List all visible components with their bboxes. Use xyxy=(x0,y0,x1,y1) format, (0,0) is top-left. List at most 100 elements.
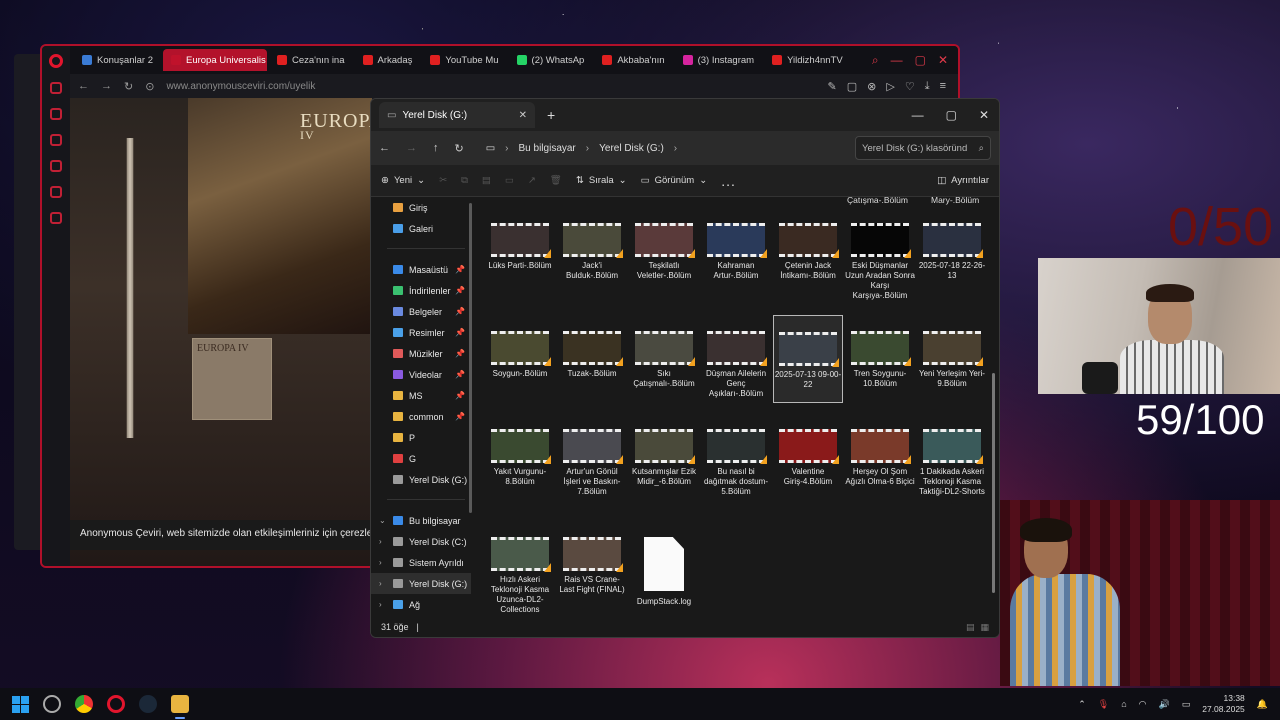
details-button[interactable]: ◫ Ayrıntılar xyxy=(937,175,989,186)
menu-icon[interactable]: ≡ xyxy=(940,80,946,93)
sidebar-settings-icon[interactable] xyxy=(50,212,62,224)
delete-icon[interactable]: 🗑 xyxy=(550,175,562,186)
nav-item[interactable]: › Yerel Disk (G:) xyxy=(371,573,471,594)
start-button[interactable] xyxy=(12,695,29,713)
file-item-video[interactable]: Herşey Ol Şom Ağızlı Olma-6 Biçici xyxy=(845,429,915,487)
maximize-icon[interactable]: ▢ xyxy=(915,53,926,68)
file-item-video[interactable]: Eski Düşmanlar Uzun Aradan Sonra Karşı K… xyxy=(845,223,915,301)
chevron-up-icon[interactable]: ⌃ xyxy=(1078,699,1086,710)
file-item-video[interactable]: Düşman Ailelerin Genç Aşıkları-.Bölüm xyxy=(701,331,771,399)
nav-item[interactable]: G xyxy=(371,448,471,469)
crumb-drive-g[interactable]: Yerel Disk (G:) xyxy=(599,143,664,154)
sidebar-twitch-icon[interactable] xyxy=(50,160,62,172)
nav-item[interactable]: ⌄ Bu bilgisayar xyxy=(371,510,471,531)
cut-icon[interactable]: ✂ xyxy=(439,175,447,186)
more-options-button[interactable]: ... xyxy=(721,173,736,189)
file-item-video[interactable]: Çetenin Jack İntikamı-.Bölüm xyxy=(773,223,843,281)
view-button[interactable]: ▭ Görünüm ⌄ xyxy=(641,175,708,186)
nav-item[interactable]: › Sistem Ayrıldı xyxy=(371,552,471,573)
sidebar-messenger-icon[interactable] xyxy=(50,134,62,146)
browser-tab[interactable]: Akbaba'nın xyxy=(594,49,672,71)
nav-item[interactable]: Masaüstü 📌 xyxy=(371,259,471,280)
file-item-video[interactable]: Teşkilatlı Veletler-.Bölüm xyxy=(629,223,699,281)
file-item-video[interactable]: Artur'un Gönül İşleri ve Baskın-7.Bölüm xyxy=(557,429,627,497)
heart-icon[interactable]: ♡ xyxy=(905,80,915,93)
sidebar-bag-icon[interactable] xyxy=(50,108,62,120)
chrome-icon[interactable] xyxy=(75,695,93,713)
up-icon[interactable]: ↑ xyxy=(433,142,439,154)
snapshot-icon[interactable]: ▢ xyxy=(847,80,857,93)
tiles-view-icon[interactable]: ▦ xyxy=(980,622,989,633)
refresh-icon[interactable]: ↻ xyxy=(455,142,464,155)
expand-chevron-icon[interactable]: › xyxy=(379,537,382,546)
browser-tab[interactable]: Ceza'nın ina xyxy=(269,49,353,71)
copy-icon[interactable]: ⧉ xyxy=(461,175,468,186)
nav-item[interactable]: Galeri xyxy=(371,218,471,239)
volume-icon[interactable]: 🔊 xyxy=(1159,699,1170,710)
content-scrollbar[interactable] xyxy=(992,293,996,637)
crumb-this-pc[interactable]: Bu bilgisayar xyxy=(519,143,576,154)
notification-icon[interactable]: 🔔 xyxy=(1257,699,1268,710)
nav-item[interactable]: MS 📌 xyxy=(371,385,471,406)
battery-icon[interactable]: ▭ xyxy=(1182,699,1191,710)
file-item-video[interactable]: Hızlı Askeri Teklonoji Kasma Uzunca-DL2-… xyxy=(485,537,555,615)
new-tab-icon[interactable]: + xyxy=(547,107,555,123)
details-view-icon[interactable]: ▤ xyxy=(966,622,975,633)
site-info-icon[interactable]: ⊙ xyxy=(145,80,154,93)
download-icon[interactable]: ⤓ xyxy=(925,80,930,93)
nav-item[interactable]: › Yerel Disk (C:) xyxy=(371,531,471,552)
opera-icon[interactable] xyxy=(107,695,125,713)
file-item-video[interactable]: Rais VS Crane-Last Fight (FINAL) xyxy=(557,537,627,595)
file-item-video[interactable]: Soygun-.Bölüm xyxy=(485,331,555,379)
file-item-video[interactable]: Valentine Giriş-4.Bölüm xyxy=(773,429,843,487)
browser-tab[interactable]: Konuşanlar 2 xyxy=(74,49,161,71)
obs-icon[interactable] xyxy=(43,695,61,713)
file-item-video[interactable]: Kahraman Artur-.Bölüm xyxy=(701,223,771,281)
bookmark-icon[interactable]: ✎ xyxy=(828,80,837,93)
back-icon[interactable]: ← xyxy=(78,80,89,92)
search-input[interactable]: Yerel Disk (G:) klasöründ ⌕ xyxy=(855,136,991,160)
nav-item[interactable]: Videolar 📌 xyxy=(371,364,471,385)
play-icon[interactable]: ▷ xyxy=(886,80,894,93)
file-item-video[interactable]: Sıkı Çatışmalı-.Bölüm xyxy=(629,331,699,389)
paste-icon[interactable]: ▤ xyxy=(482,175,491,186)
file-explorer-icon[interactable] xyxy=(171,695,189,719)
rename-icon[interactable]: ▭ xyxy=(505,175,514,186)
adblock-icon[interactable]: ⊗ xyxy=(867,80,876,93)
share-icon[interactable]: ↗ xyxy=(528,175,536,186)
nav-scrollbar[interactable] xyxy=(469,203,472,513)
steam-icon[interactable] xyxy=(139,695,157,713)
nav-item[interactable]: Belgeler 📌 xyxy=(371,301,471,322)
file-item-video[interactable]: Jack'i Bulduk-.Bölüm xyxy=(557,223,627,281)
forward-icon[interactable]: → xyxy=(101,80,112,92)
file-item-video[interactable]: 2025-07-13 09-00-22 xyxy=(773,315,843,403)
close-icon[interactable]: ✕ xyxy=(979,108,989,122)
file-item-video[interactable]: Kutsanmışlar Ezik Midir_-6.Bölüm xyxy=(629,429,699,487)
nav-item[interactable]: › Ağ xyxy=(371,594,471,615)
sidebar-history-icon[interactable] xyxy=(50,82,62,94)
file-item-video[interactable]: Tren Soygunu-10.Bölüm xyxy=(845,331,915,389)
expand-chevron-icon[interactable]: › xyxy=(379,579,382,588)
browser-tab[interactable]: (3) Instagram xyxy=(675,49,763,71)
search-icon[interactable]: ⌕ xyxy=(872,53,879,68)
breadcrumb[interactable]: ▭ › Bu bilgisayar › Yerel Disk (G:) › xyxy=(479,136,684,160)
browser-tab[interactable]: YouTube Mu xyxy=(422,49,506,71)
file-item-log[interactable]: DumpStack.log xyxy=(629,537,699,607)
nav-item[interactable]: İndirilenler 📌 xyxy=(371,280,471,301)
wifi-icon[interactable]: ◠ xyxy=(1139,699,1147,710)
nav-item[interactable]: Resimler 📌 xyxy=(371,322,471,343)
url-text[interactable]: www.anonymousceviri.com/uyelik xyxy=(166,81,315,92)
maximize-icon[interactable]: ▢ xyxy=(946,108,957,122)
opera-logo-icon[interactable] xyxy=(49,54,63,68)
browser-tab[interactable]: (2) WhatsAp xyxy=(509,49,593,71)
file-item-video[interactable]: Bu nasıl bi dağıtmak dostum-5.Bölüm xyxy=(701,429,771,497)
file-item-video[interactable]: Tuzak-.Bölüm xyxy=(557,331,627,379)
reload-icon[interactable]: ↻ xyxy=(124,80,133,93)
file-item-video[interactable]: Yeni Yerleşim Yeri-9.Bölüm xyxy=(917,331,987,389)
scroll-thumb[interactable] xyxy=(992,373,995,593)
browser-tab[interactable]: Europa Universalis IV xyxy=(162,49,267,71)
nav-item[interactable]: common 📌 xyxy=(371,406,471,427)
forward-icon[interactable]: → xyxy=(406,142,417,154)
expand-chevron-icon[interactable]: ⌄ xyxy=(379,516,386,525)
network-icon[interactable]: ⌂ xyxy=(1121,699,1126,709)
